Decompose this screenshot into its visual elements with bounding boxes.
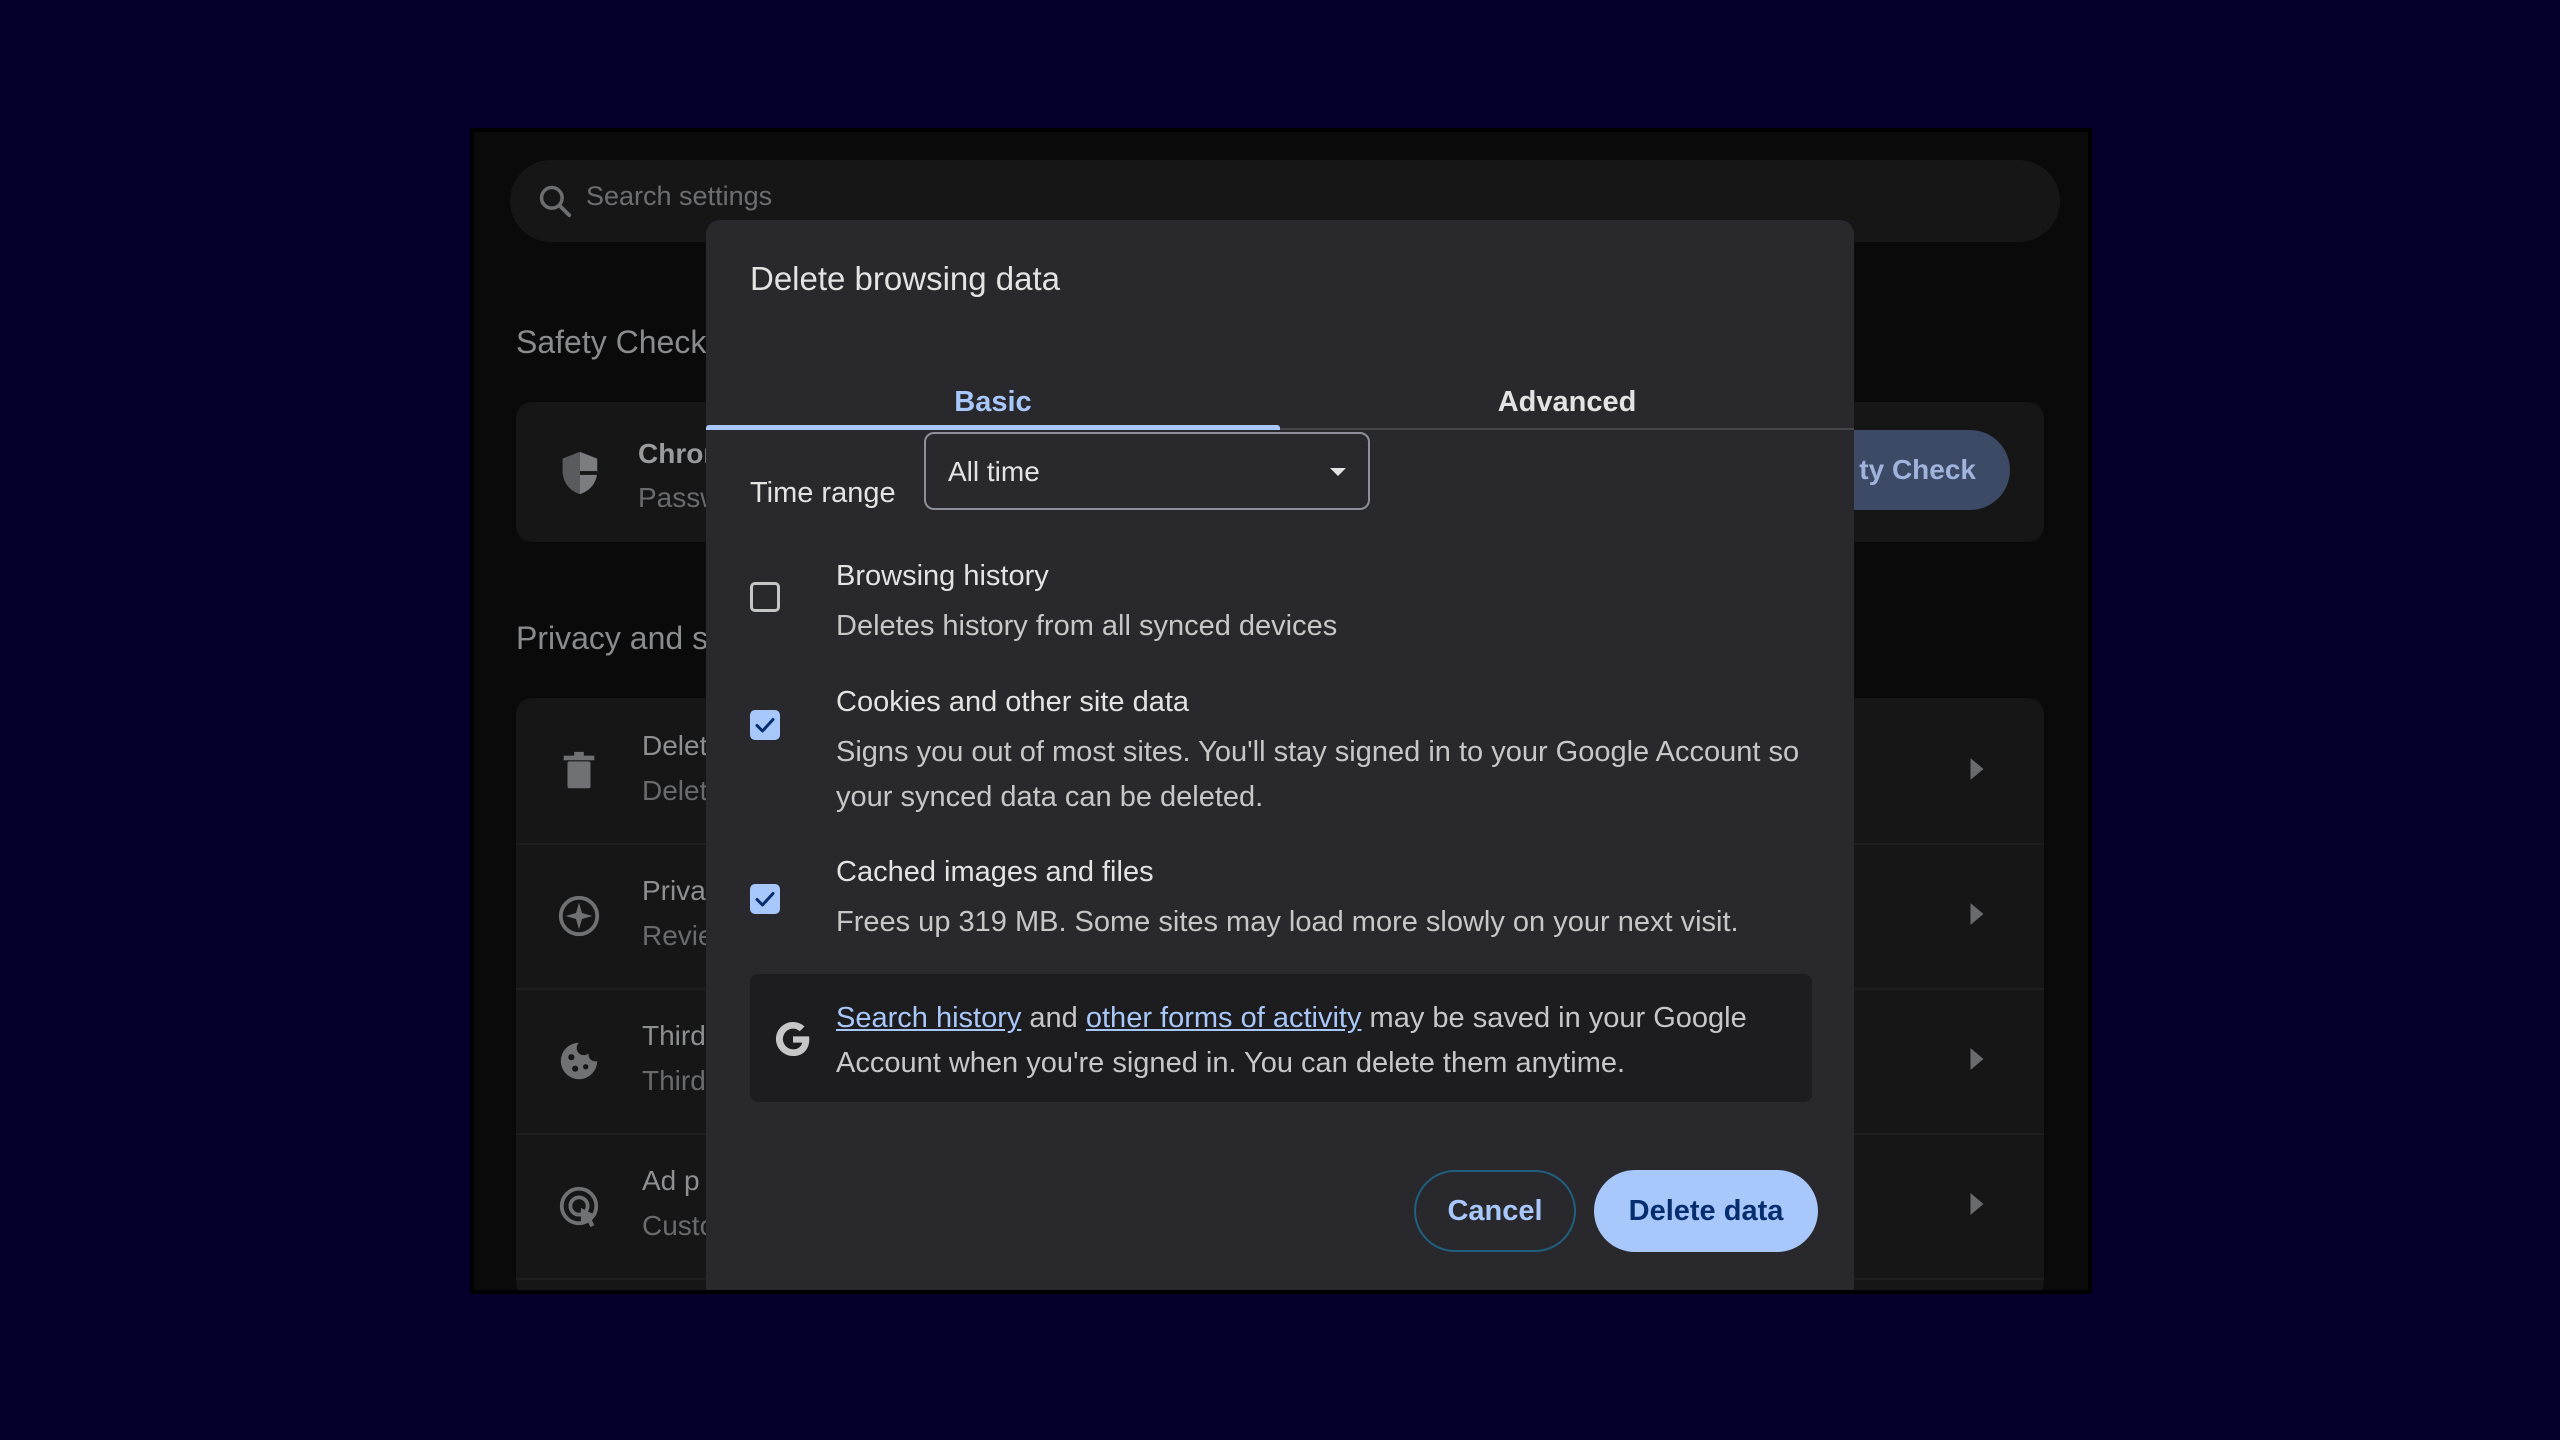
option-description: Frees up 319 MB. Some sites may load mor… xyxy=(836,906,1739,938)
time-range-select[interactable]: All time xyxy=(924,432,1370,510)
row-title: Third xyxy=(642,1020,706,1051)
option-title: Cookies and other site data xyxy=(836,686,1190,718)
checkmark-icon xyxy=(755,892,775,907)
browsing-history-checkbox[interactable] xyxy=(750,582,780,612)
cookie-icon xyxy=(560,1042,598,1080)
chevron-right-icon xyxy=(1970,758,1984,780)
active-tab-indicator xyxy=(706,425,1280,430)
notice-and: and xyxy=(1029,1002,1078,1034)
row-title: Delet xyxy=(642,730,708,761)
row-subtitle: Custo xyxy=(642,1210,716,1241)
row-title: Ad p xyxy=(642,1165,700,1196)
google-g-icon xyxy=(775,1021,810,1057)
option-title: Browsing history xyxy=(836,560,1049,592)
search-history-link[interactable]: Search history xyxy=(836,1002,1021,1034)
dropdown-arrow-icon xyxy=(1330,468,1346,476)
compass-icon xyxy=(558,895,600,937)
trash-icon xyxy=(563,751,595,789)
delete-data-button[interactable]: Delete data xyxy=(1594,1170,1818,1252)
google-account-notice: Search history and other forms of activi… xyxy=(750,974,1812,1102)
delete-browsing-data-dialog: Delete browsing data Basic Advanced Time… xyxy=(706,220,1854,1290)
chevron-right-icon xyxy=(1970,903,1984,925)
cached-images-checkbox[interactable] xyxy=(750,884,780,914)
search-placeholder: Search settings xyxy=(586,181,773,211)
shield-icon xyxy=(562,451,598,495)
chevron-right-icon xyxy=(1970,1048,1984,1070)
row-subtitle: Delet xyxy=(642,775,708,806)
other-activity-link[interactable]: other forms of activity xyxy=(1086,1002,1362,1034)
cookies-checkbox[interactable] xyxy=(750,710,780,740)
privacy-title: Privacy and s xyxy=(516,620,709,656)
cancel-button[interactable]: Cancel xyxy=(1414,1170,1576,1252)
tab-basic[interactable]: Basic xyxy=(706,340,1280,426)
time-range-value: All time xyxy=(948,456,1040,487)
dialog-tabs: Basic Advanced xyxy=(706,340,1854,430)
chevron-right-icon xyxy=(1970,1193,1984,1215)
option-title: Cached images and files xyxy=(836,856,1154,888)
search-icon xyxy=(539,185,572,218)
ad-privacy-icon xyxy=(559,1186,599,1228)
tab-advanced[interactable]: Advanced xyxy=(1280,340,1854,426)
dialog-title: Delete browsing data xyxy=(750,260,1061,297)
row-subtitle: Revie xyxy=(642,920,714,951)
time-range-label: Time range xyxy=(750,477,896,509)
safety-check-title: Safety Check xyxy=(516,324,707,360)
checkmark-icon xyxy=(755,718,775,733)
option-description: Signs you out of most sites. You'll stay… xyxy=(836,736,1800,813)
row-subtitle: Third xyxy=(642,1065,706,1096)
option-description: Deletes history from all synced devices xyxy=(836,610,1338,642)
notice-text: Search history and other forms of activi… xyxy=(836,996,1786,1086)
row-title: Priva xyxy=(642,875,706,906)
